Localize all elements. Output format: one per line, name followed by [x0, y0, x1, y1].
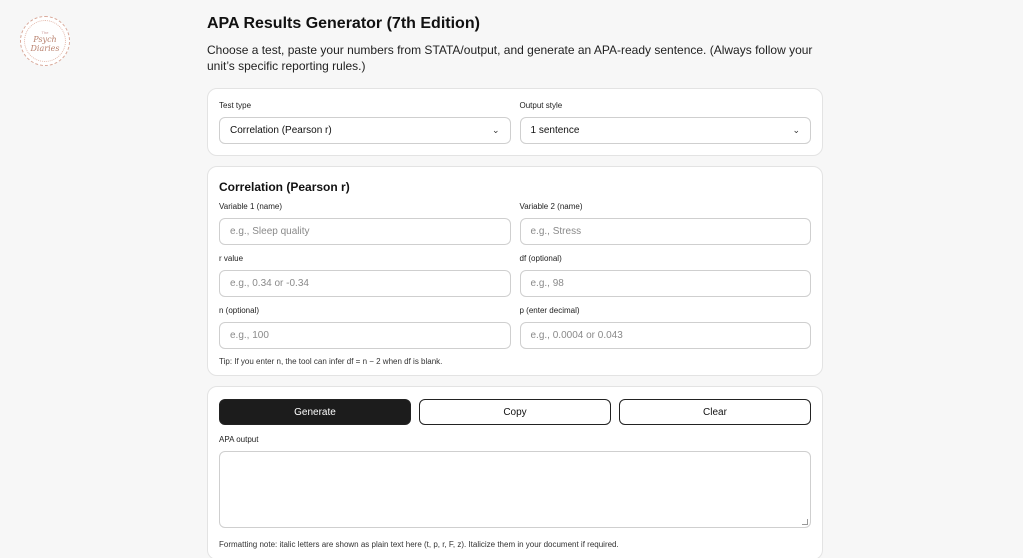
test-type-group: Test type Correlation (Pearson r) ⌄ — [219, 101, 511, 144]
logo-ring — [24, 20, 66, 62]
df-input[interactable]: e.g., 98 — [519, 270, 811, 297]
main-content: APA Results Generator (7th Edition) Choo… — [207, 12, 823, 558]
form-heading: Correlation (Pearson r) — [219, 180, 350, 194]
page-title: APA Results Generator (7th Edition) — [207, 15, 480, 32]
p-label: p (enter decimal) — [519, 306, 580, 315]
apa-output-textarea[interactable] — [219, 451, 811, 528]
n-label: n (optional) — [219, 306, 260, 315]
r-group: r value e.g., 0.34 or -0.34 — [219, 254, 511, 297]
output-card: Generate Copy Clear APA output Formattin… — [207, 386, 823, 558]
output-style-group: Output style 1 sentence ⌄ — [519, 101, 811, 144]
chevron-down-icon: ⌄ — [792, 125, 800, 135]
var1-label: Variable 1 (name) — [219, 202, 282, 211]
p-group: p (enter decimal) e.g., 0.0004 or 0.043 — [519, 306, 811, 349]
n-input[interactable]: e.g., 100 — [219, 322, 511, 349]
clear-button[interactable]: Clear — [619, 399, 811, 425]
df-label: df (optional) — [519, 254, 562, 263]
output-style-select[interactable]: 1 sentence ⌄ — [519, 117, 811, 144]
test-type-value: Correlation (Pearson r) — [230, 125, 332, 136]
r-label: r value — [219, 254, 244, 263]
chevron-down-icon: ⌄ — [491, 125, 500, 135]
tip-text: Tip: If you enter n, the tool can infer … — [219, 357, 443, 366]
var1-group: Variable 1 (name) e.g., Sleep quality — [219, 202, 511, 245]
p-input[interactable]: e.g., 0.0004 or 0.043 — [519, 322, 811, 349]
n-group: n (optional) e.g., 100 — [219, 306, 511, 349]
formatting-note: Formatting note: italic letters are show… — [219, 540, 619, 549]
var2-group: Variable 2 (name) e.g., Stress — [519, 202, 811, 245]
settings-card: Test type Correlation (Pearson r) ⌄ Outp… — [207, 88, 823, 156]
df-group: df (optional) e.g., 98 — [519, 254, 811, 297]
var2-input[interactable]: e.g., Stress — [519, 218, 811, 245]
site-logo[interactable]: The Psych Diaries — [20, 16, 70, 66]
output-style-value: 1 sentence — [530, 125, 580, 136]
generate-button[interactable]: Generate — [219, 399, 411, 425]
copy-button[interactable]: Copy — [419, 399, 611, 425]
test-type-label: Test type — [219, 101, 252, 110]
resize-grip-icon[interactable] — [802, 519, 808, 525]
page-subtitle: Choose a test, paste your numbers from S… — [207, 43, 813, 73]
var1-input[interactable]: e.g., Sleep quality — [219, 218, 511, 245]
var2-label: Variable 2 (name) — [519, 202, 583, 211]
r-input[interactable]: e.g., 0.34 or -0.34 — [219, 270, 511, 297]
test-type-select[interactable]: Correlation (Pearson r) ⌄ — [219, 117, 511, 144]
output-style-label: Output style — [519, 101, 563, 110]
correlation-form-card: Correlation (Pearson r) Variable 1 (name… — [207, 166, 823, 376]
apa-output-label: APA output — [219, 435, 259, 444]
